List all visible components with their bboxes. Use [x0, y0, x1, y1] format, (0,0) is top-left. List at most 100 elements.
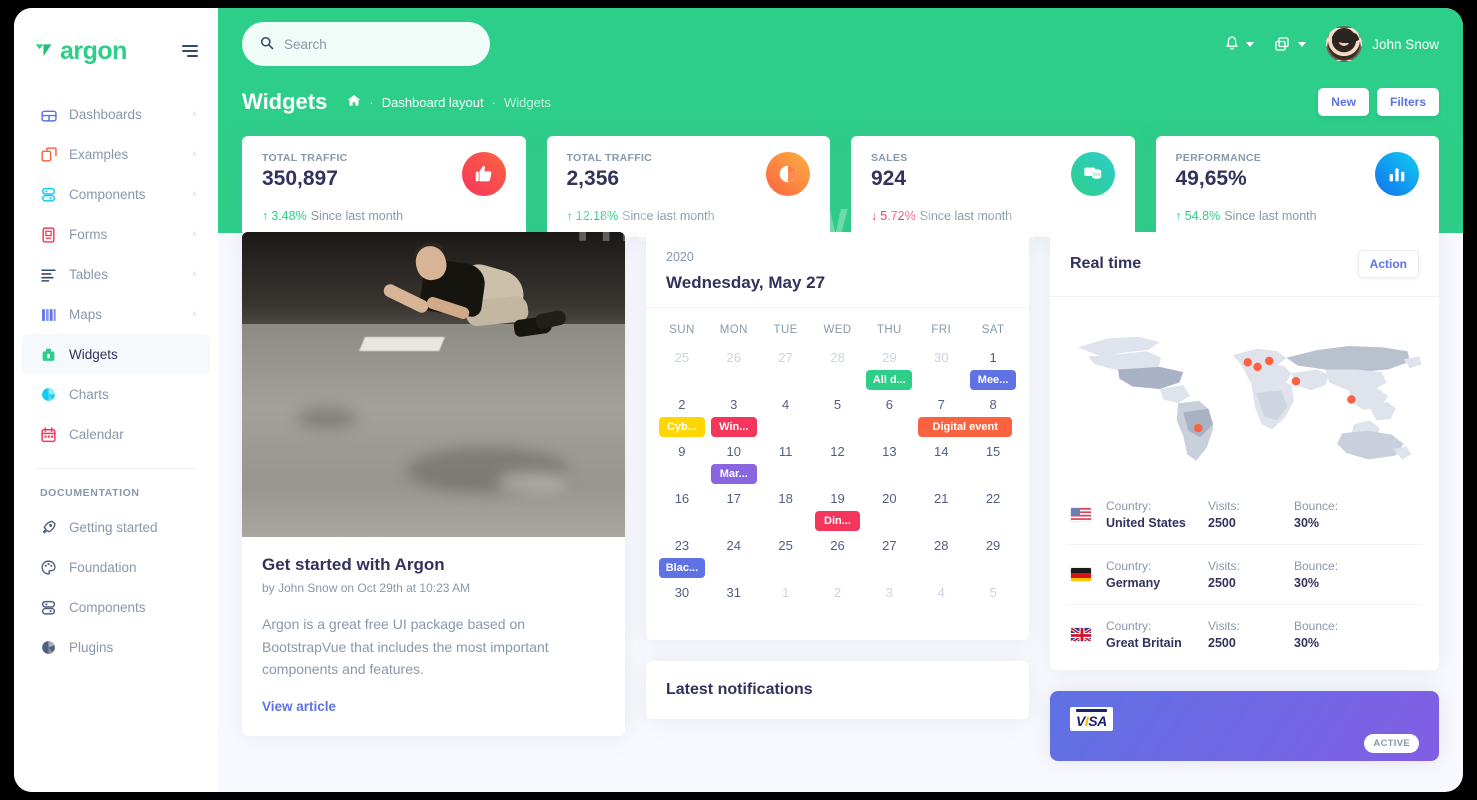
calendar-day-number: 5 [833, 397, 842, 412]
apps-dropdown[interactable] [1274, 36, 1307, 53]
credit-card[interactable]: VISA ACTIVE [1050, 691, 1439, 761]
bounce-value: 30% [1294, 516, 1320, 530]
calendar-day-cell[interactable]: 30 [915, 350, 967, 397]
calendar-day-cell[interactable]: 30 [656, 585, 708, 632]
calendar-day-cell[interactable]: 26 [708, 350, 760, 397]
calendar-day-cell[interactable]: 25 [760, 538, 812, 585]
breadcrumb-item-0[interactable]: Dashboard layout [382, 95, 484, 110]
sidebar-doc-item-foundation[interactable]: Foundation [22, 547, 210, 587]
calendar-day-cell[interactable]: 18 [760, 491, 812, 538]
sidebar-item-widgets[interactable]: Widgets [22, 334, 210, 374]
argon-logo-icon [35, 43, 52, 56]
calendar-day-cell[interactable]: 3 [863, 585, 915, 632]
calendar-day-cell[interactable]: 28 [915, 538, 967, 585]
sidebar-doc-item-getting-started[interactable]: Getting started [22, 507, 210, 547]
search-box[interactable] [242, 22, 490, 66]
calendar-day-cell[interactable]: 5 [967, 585, 1019, 632]
calendar-day-cell[interactable]: 29 [967, 538, 1019, 585]
money-icon [1070, 152, 1115, 196]
calendar-day-cell[interactable]: 10 Mar... [708, 444, 760, 491]
calendar-day-cell[interactable]: 24 [708, 538, 760, 585]
search-input[interactable] [284, 36, 472, 52]
calendar-day-cell[interactable]: 4 [760, 397, 812, 444]
calendar-day-cell[interactable]: 22 [967, 491, 1019, 538]
sidebar-item-charts[interactable]: Charts [22, 374, 210, 414]
filters-button[interactable]: Filters [1376, 88, 1439, 116]
calendar-day-cell[interactable]: 29 All d... [863, 350, 915, 397]
sidebar-item-forms[interactable]: Forms › [22, 214, 210, 254]
calendar-day-cell[interactable]: 15 [967, 444, 1019, 491]
stat-label: PERFORMANCE [1175, 152, 1262, 164]
notifications-dropdown[interactable] [1224, 36, 1255, 53]
visits-cell: Visits: 2500 [1208, 559, 1280, 590]
calendar-day-cell[interactable]: 9 [656, 444, 708, 491]
realtime-action-button[interactable]: Action [1357, 250, 1419, 278]
calendar-day-cell[interactable]: 3 Win... [708, 397, 760, 444]
calendar-day-cell[interactable]: 16 [656, 491, 708, 538]
calendar-event[interactable]: Blac... [659, 558, 705, 578]
calendar-day-cell[interactable]: 21 [915, 491, 967, 538]
sidebar-item-label: Examples [69, 146, 129, 162]
calendar-day-cell[interactable]: 26 [812, 538, 864, 585]
calendar-day-number: 6 [885, 397, 893, 412]
calendar-dow-row: SUN MON TUE WED THU FRI SAT [656, 324, 1019, 350]
sidebar-doc-item-components[interactable]: Components [22, 587, 210, 627]
world-map[interactable] [1050, 297, 1439, 485]
calendar-day-cell[interactable]: 7 Digital event [915, 397, 1013, 444]
calendar-day-cell[interactable]: 2 Cyb... [656, 397, 708, 444]
calendar-day-cell[interactable]: 8 [967, 397, 1019, 444]
calendar-day-cell[interactable]: 14 [915, 444, 967, 491]
calendar-day-cell[interactable]: 27 [863, 538, 915, 585]
main-area: John Snow Widgets · Dashboard layout · W… [218, 8, 1463, 792]
calendar-day-cell[interactable]: 19 Din... [812, 491, 864, 538]
sidebar-item-label: Maps [69, 306, 103, 322]
sidebar-item-components[interactable]: Components › [22, 174, 210, 214]
sidebar-toggle-button[interactable] [182, 45, 198, 57]
sidebar-item-examples[interactable]: Examples › [22, 134, 210, 174]
table-row: Country: Germany Visits: 2500 Bounce: 30… [1066, 544, 1423, 604]
calendar-event[interactable]: All d... [866, 370, 913, 390]
calendar-event[interactable]: Win... [710, 417, 757, 437]
calendar-day-cell[interactable]: 1 [760, 585, 812, 632]
components-icon [40, 186, 57, 203]
calendar-day-cell[interactable]: 23 Blac... [656, 538, 708, 585]
calendar-day-cell[interactable]: 13 [863, 444, 915, 491]
calendar-day-cell[interactable]: 6 [863, 397, 915, 444]
sidebar-item-calendar[interactable]: Calendar [22, 414, 210, 454]
sidebar-item-maps[interactable]: Maps › [22, 294, 210, 334]
calendar-day-cell[interactable]: 25 [656, 350, 708, 397]
calendar-event[interactable]: Din... [814, 511, 861, 531]
breadcrumb-home[interactable] [347, 94, 361, 110]
user-menu[interactable]: John Snow [1326, 26, 1439, 62]
calendar-event[interactable]: Mar... [710, 464, 757, 484]
view-article-link[interactable]: View article [262, 699, 336, 714]
brand-logo[interactable]: argon [34, 37, 127, 66]
calendar-day-cell[interactable]: 17 [708, 491, 760, 538]
visits-label: Visits: [1208, 499, 1240, 513]
chevron-right-icon: › [192, 108, 196, 120]
sidebar-doc-item-plugins[interactable]: Plugins [22, 627, 210, 667]
new-button[interactable]: New [1318, 88, 1369, 116]
calendar-day-cell[interactable]: 11 [760, 444, 812, 491]
stat-card: SALES 924 ↓ 5.72% Since last month [851, 136, 1135, 237]
chevron-right-icon: › [192, 148, 196, 160]
calendar-event[interactable]: Cyb... [659, 417, 705, 437]
calendar-day-cell[interactable]: 1 Mee... [967, 350, 1019, 397]
calendar-day-cell[interactable]: 4 [915, 585, 967, 632]
calendar-day-cell[interactable]: 31 [708, 585, 760, 632]
calendar-day-cell[interactable]: 2 [812, 585, 864, 632]
sidebar-item-tables[interactable]: Tables › [22, 254, 210, 294]
realtime-table: Country: United States Visits: 2500 Boun… [1050, 485, 1439, 670]
sidebar-item-dashboards[interactable]: Dashboards › [22, 94, 210, 134]
breadcrumb-item-1: Widgets [503, 94, 551, 110]
charts-icon [42, 387, 55, 401]
calendar-day-cell[interactable]: 5 [812, 397, 864, 444]
calendar-day-cell[interactable]: 27 [760, 350, 812, 397]
calendar-day-cell[interactable]: 28 [812, 350, 864, 397]
maps-icon [40, 306, 57, 323]
calendar-event[interactable]: Mee... [970, 370, 1016, 390]
calendar-dow: WED [823, 324, 852, 336]
country-label: Country: [1106, 619, 1152, 633]
calendar-day-cell[interactable]: 12 [812, 444, 864, 491]
calendar-day-cell[interactable]: 20 [863, 491, 915, 538]
